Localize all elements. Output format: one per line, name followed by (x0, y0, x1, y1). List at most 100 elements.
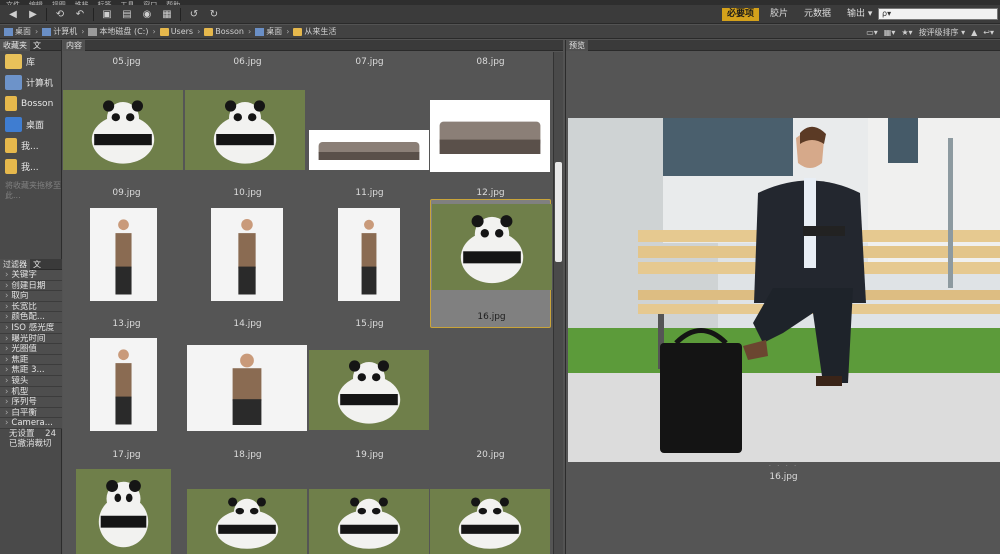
filter-date-created[interactable]: 创建日期 (0, 280, 62, 292)
favorite-item-pictures[interactable]: 我... (0, 156, 61, 177)
filter-focal-length-35[interactable]: 焦距 3... (0, 365, 62, 376)
thumbnail-image[interactable] (309, 350, 429, 430)
favorite-item-documents[interactable]: 我... (0, 135, 61, 156)
new-folder-icon[interactable]: ↩▾ (983, 28, 994, 37)
sort-dropdown[interactable]: 按评级排序 ▾ (919, 27, 966, 38)
filter-orientation[interactable]: 取向 (0, 291, 62, 302)
breadcrumb-drive[interactable]: 本地磁盘 (C:) › (88, 26, 156, 37)
thumbnail-image[interactable] (90, 338, 157, 431)
preview-caption: 16.jpg (769, 472, 798, 482)
filter-cancel-crop[interactable]: 已撤消裁切 (0, 439, 62, 449)
filter-panel: 过滤器 文 关键字 创建日期 取向 长宽比 颜色配... ISO 感光度 曝光时… (0, 258, 62, 449)
filter-aperture[interactable]: 光圈值 (0, 344, 62, 355)
filter-exposure-time[interactable]: 曝光时间 (0, 333, 62, 345)
output-icon[interactable]: ▦ (160, 8, 174, 21)
thumbnail-filename: 20.jpg (476, 450, 505, 460)
filter-aspect-ratio[interactable]: 长宽比 (0, 301, 62, 313)
breadcrumb-bosson[interactable]: Bosson › (204, 27, 251, 36)
favorite-item-desktop[interactable]: 桌面 (0, 114, 61, 135)
filter-color-profile[interactable]: 颜色配... (0, 312, 62, 323)
thumbnail-filename: 18.jpg (233, 450, 262, 460)
preview-image[interactable] (568, 118, 1000, 462)
breadcrumb-desktop[interactable]: 桌面 › (4, 26, 38, 37)
recent-folder-icon[interactable]: ⟲ (53, 8, 67, 21)
favorite-item-library[interactable]: 库 (0, 51, 61, 72)
refine-icon[interactable]: ▤ (120, 8, 134, 21)
filter-keywords[interactable]: 关键字 (0, 270, 62, 281)
open-in-camera-raw-icon[interactable]: ◉ (140, 8, 154, 21)
filter-unset-row[interactable]: 无设置 24 (0, 429, 62, 439)
breadcrumb-desktop-2[interactable]: 桌面 › (255, 26, 289, 37)
filter-lens[interactable]: 镜头 (0, 375, 62, 387)
thumbnail-image[interactable] (430, 100, 550, 172)
star-filter-icon[interactable]: ★▾ (901, 28, 912, 37)
user-folder-icon (5, 96, 17, 111)
thumbnail-filename: 15.jpg (355, 319, 384, 329)
workspace-essentials-tab[interactable]: 必要项 (722, 8, 760, 21)
workspace-filmstrip-tab[interactable]: 胶片 (765, 8, 793, 21)
thumbnail-image[interactable] (211, 208, 283, 301)
tab-filter[interactable]: 过滤器 (0, 258, 30, 270)
back-icon[interactable]: ◀ (6, 8, 20, 21)
filter-white-balance[interactable]: 白平衡 (0, 407, 62, 419)
thumbnail-image[interactable] (430, 489, 550, 554)
desktop-icon (4, 27, 13, 36)
thumbnail-filename: 08.jpg (476, 57, 505, 67)
breadcrumb-current-folder[interactable]: 从来生活 (293, 26, 336, 37)
thumbnail-image[interactable] (185, 90, 305, 170)
preview-panel-header: 预览 (566, 39, 1000, 51)
tab-content[interactable]: 内容 (63, 39, 85, 51)
content-scrollbar[interactable] (553, 52, 563, 554)
thumbnail-image[interactable] (432, 204, 552, 290)
thumbnail-image[interactable] (76, 469, 171, 554)
tab-collections[interactable]: 文 (30, 259, 44, 270)
tab-favorites[interactable]: 收藏夹 (0, 39, 30, 51)
thumbnail-image[interactable] (338, 208, 400, 301)
thumbnail-grid: 05.jpg 06.jpg 07.jpg 08.jpg 09.jpg 10.jpg 11.j… (63, 52, 552, 554)
rotate-right-icon[interactable]: ↻ (207, 8, 221, 21)
thumbnail-image[interactable] (187, 489, 307, 554)
thumbnail-image[interactable] (309, 489, 429, 554)
tab-folders[interactable]: 文 (30, 40, 44, 51)
content-scrollbar-thumb[interactable] (555, 162, 562, 262)
ascending-icon[interactable]: ▲ (971, 28, 977, 37)
thumbnail-filename: 11.jpg (355, 188, 384, 198)
view-grid-icon[interactable]: ▦▾ (884, 28, 896, 37)
camera-import-icon[interactable]: ▣ (100, 8, 114, 21)
thumbnail-filename: 19.jpg (355, 450, 384, 460)
path-bar: 桌面 › 计算机 › 本地磁盘 (C:) › Users › Bosson › 桌面 › 从… (0, 25, 1000, 39)
thumbnail-image[interactable] (90, 208, 157, 301)
breadcrumb-users[interactable]: Users › (159, 27, 200, 36)
thumbnail-image[interactable] (187, 345, 307, 431)
rotate-left-icon[interactable]: ↺ (187, 8, 201, 21)
tab-preview[interactable]: 预览 (566, 39, 588, 51)
forward-icon[interactable]: ▶ (26, 8, 40, 21)
workspace-output-tab[interactable]: 输出 ▾ (842, 8, 877, 21)
workspace-metadata-tab[interactable]: 元数据 (799, 8, 836, 21)
filter-serial-number[interactable]: 序列号 (0, 397, 62, 408)
filter-unset-count: 24 (45, 428, 56, 439)
thumbnail-filename: 05.jpg (112, 57, 141, 67)
favorite-item-bosson[interactable]: Bosson (0, 93, 61, 114)
thumbnail-image[interactable] (63, 90, 183, 170)
thumbnail-filename: 10.jpg (233, 188, 262, 198)
thumbnail-cell[interactable]: 16.jpg16.jpg (430, 199, 552, 328)
thumbnail-image[interactable] (309, 130, 429, 170)
filter-focal-length[interactable]: 焦距 (0, 354, 62, 366)
thumbnail-filename: 07.jpg (355, 57, 384, 67)
thumbnail-filename: 09.jpg (112, 188, 141, 198)
search-input[interactable]: ρ▾ (878, 8, 998, 20)
breadcrumb-computer[interactable]: 计算机 › (42, 26, 84, 37)
favorite-item-computer[interactable]: 计算机 (0, 72, 61, 93)
filter-camera-raw[interactable]: Camera... (0, 418, 62, 429)
thumbnail-filename: 12.jpg (476, 188, 505, 198)
filter-iso[interactable]: ISO 感光度 (0, 322, 62, 334)
filter-model[interactable]: 机型 (0, 386, 62, 398)
boomerang-icon[interactable]: ↶ (73, 8, 87, 21)
thumbnail-quality-icon[interactable]: ▭▾ (866, 28, 878, 37)
filter-panel-header: 过滤器 文 (0, 258, 62, 270)
computer-icon (5, 75, 22, 90)
left-panel: 收藏夹 文 库 计算机 Bosson 桌面 我... 我... 将收藏夹拖移至此… (0, 39, 62, 554)
toolbar-divider (93, 7, 94, 21)
toolbar: ◀ ▶ ⟲ ↶ ▣ ▤ ◉ ▦ ↺ ↻ 必要项 胶片 元数据 输出 ▾ ρ▾ (0, 5, 1000, 24)
